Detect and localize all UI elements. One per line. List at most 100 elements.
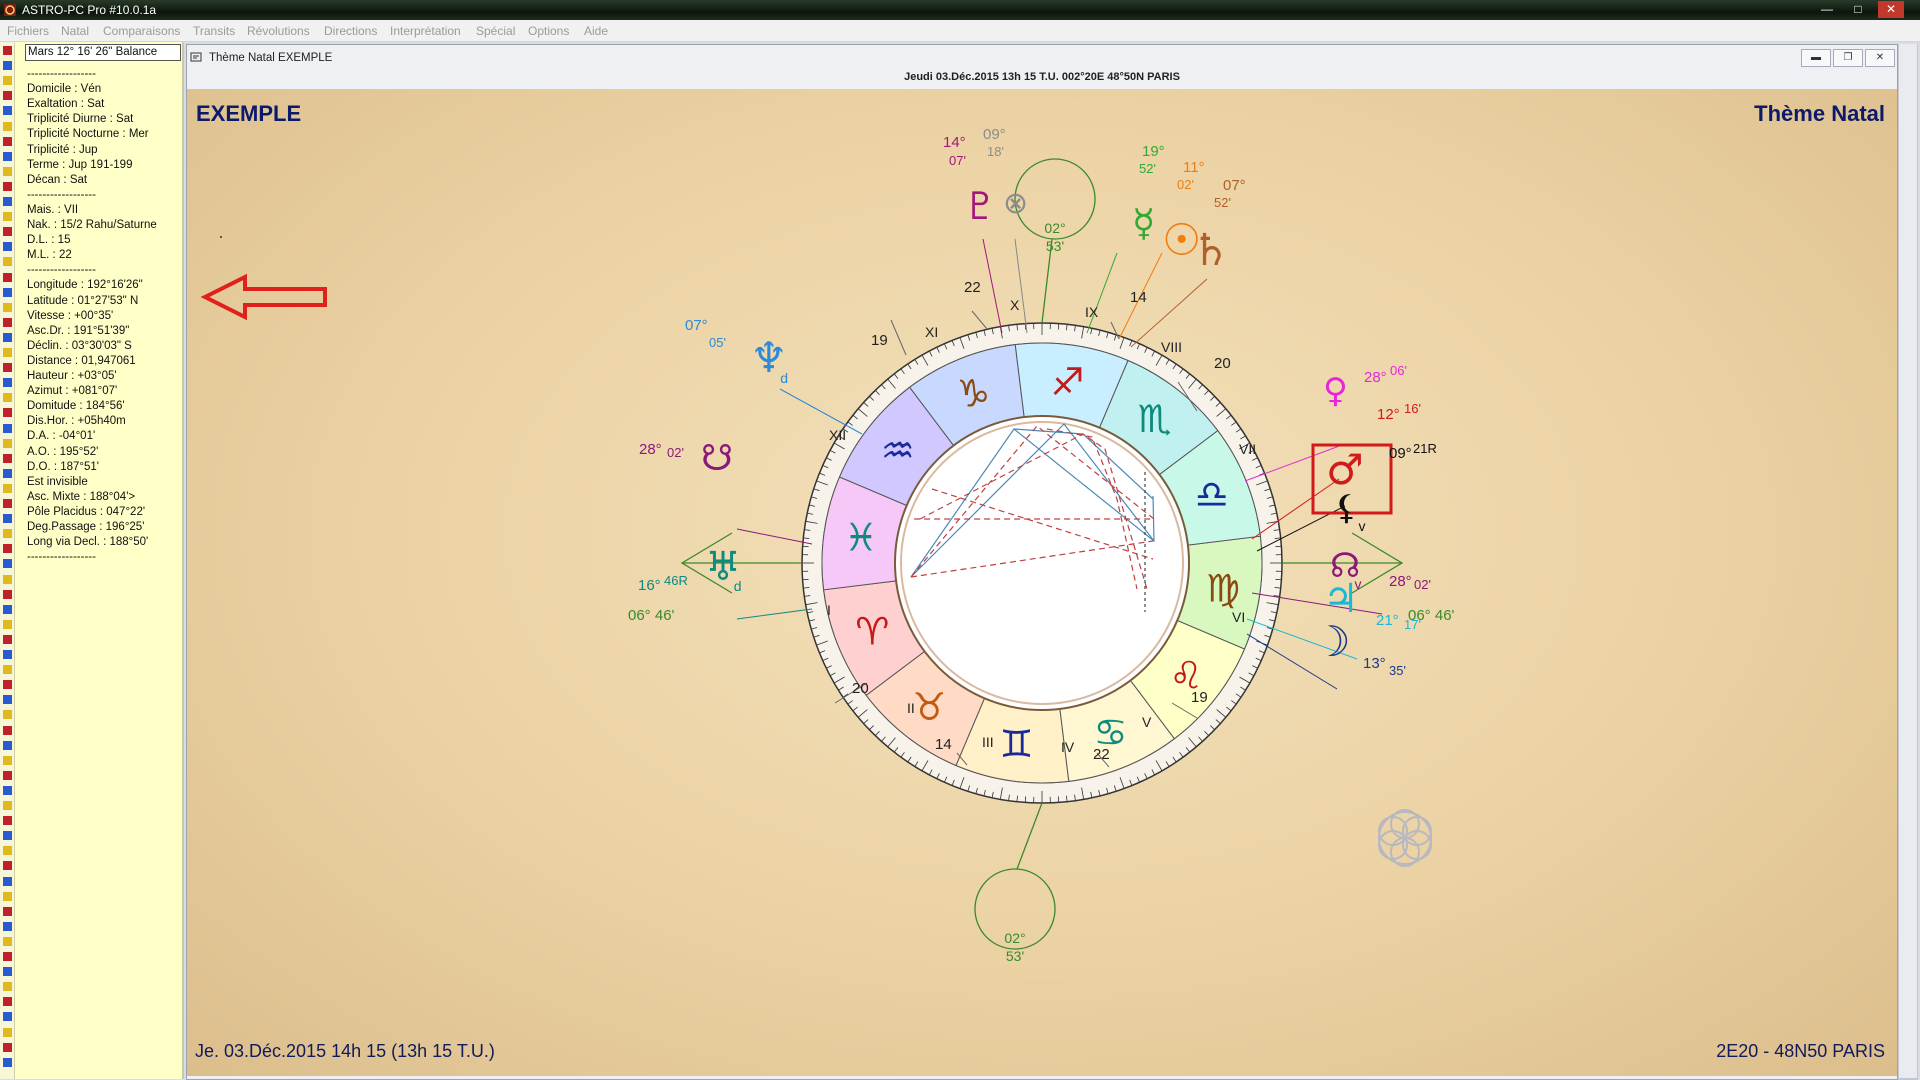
menu-bar: Fichiers Natal Comparaisons Transits Rév…	[0, 20, 1920, 42]
child-minimize-button[interactable]: ▬	[1801, 49, 1831, 67]
planet-info-line: Nak. : 15/2 Rahu/Saturne	[27, 219, 157, 231]
child-close-button[interactable]: ✕	[1865, 49, 1895, 67]
menu-revolutions[interactable]: Révolutions	[247, 24, 310, 38]
planet-degree-label: 14°	[943, 134, 966, 151]
menu-special[interactable]: Spécial	[476, 24, 515, 38]
mandala-icon[interactable]	[1378, 809, 1432, 867]
color-marker	[3, 197, 12, 206]
planet-info-line: Décan : Sat	[27, 173, 88, 186]
mars-icon[interactable]: ♂	[1326, 449, 1364, 491]
color-marker	[3, 997, 12, 1007]
planet-info-line: Triplicité : Jup	[27, 143, 98, 156]
color-marker	[3, 453, 12, 463]
planet-info-line: Asc.Dr. : 191°51'39"	[27, 324, 130, 337]
color-marker	[3, 166, 12, 176]
child-restore-button[interactable]: ❐	[1833, 49, 1863, 67]
planet-info-line: Mais. : VII	[27, 203, 79, 216]
planet-degree-label: 13°	[1363, 655, 1386, 672]
planet-info-line: M.L. : 22	[27, 249, 72, 262]
color-marker	[3, 61, 12, 71]
menu-directions[interactable]: Directions	[324, 24, 377, 38]
cusp-degree-label: 20	[852, 680, 869, 697]
planet-minute-label: 05'	[709, 335, 726, 350]
minimize-icon[interactable]: —	[1814, 1, 1840, 18]
house-number-label: XI	[925, 324, 939, 340]
planet-minute-label: 18'	[987, 144, 1004, 159]
planet-degree-label: 12°	[1377, 406, 1400, 423]
planet-motion-flag: d	[780, 369, 789, 386]
zodiac-sign-icon: ♈	[855, 610, 889, 654]
planet-info-line: Azimut : +081°07'	[27, 385, 118, 398]
planet-degree-label: 28°	[1389, 573, 1412, 590]
selected-planet-field[interactable]: Mars 12° 16' 26" Balance	[25, 44, 181, 61]
zodiac-sign-icon: ♎	[1195, 472, 1229, 516]
planet-degree-label: 19°	[1142, 143, 1165, 160]
color-marker	[3, 1027, 12, 1037]
planet-motion-flag: v	[1358, 517, 1366, 534]
planet-info-line: Domitude : 184°56'	[27, 400, 125, 413]
color-marker	[3, 634, 12, 644]
color-marker	[3, 725, 12, 735]
color-marker	[3, 891, 12, 901]
close-icon[interactable]: ✕	[1878, 1, 1904, 18]
menu-comparaisons[interactable]: Comparaisons	[103, 24, 180, 38]
house-number-label: XII	[829, 427, 847, 443]
menu-fichiers[interactable]: Fichiers	[7, 24, 49, 38]
planet-info-line: Exaltation : Sat	[27, 98, 105, 111]
menu-interpretation[interactable]: Interprétation	[390, 24, 461, 38]
planet-motion-flag: d	[733, 578, 742, 595]
mercure-icon[interactable]: ☿	[1132, 204, 1155, 242]
planet-info-line: D.A. : -04°01'	[27, 430, 96, 443]
venus-icon[interactable]: ♀	[1323, 374, 1348, 408]
menu-transits[interactable]: Transits	[193, 24, 235, 38]
planet-info-line: Vitesse : +00°35'	[27, 309, 114, 322]
planet-info-line: Domicile : Vén	[27, 83, 102, 96]
planet-minute-label: 16'	[1404, 401, 1421, 416]
planet-info-line: D.O. : 187°51'	[27, 460, 99, 473]
color-marker	[3, 665, 12, 675]
house-number-label: V	[1142, 714, 1152, 730]
color-marker	[3, 91, 12, 101]
menu-natal[interactable]: Natal	[61, 24, 89, 38]
planet-minute-label: 52'	[1214, 195, 1231, 210]
planet-minute-label: 21R	[1413, 441, 1437, 456]
planet-info-line: ------------------	[27, 551, 96, 564]
lilith-icon[interactable]: ⚸	[1334, 491, 1359, 525]
color-marker	[3, 574, 12, 584]
color-marker	[3, 363, 12, 373]
color-marker	[3, 1057, 12, 1067]
fortune-icon[interactable]: ⊗	[1003, 189, 1028, 219]
color-marker	[3, 287, 12, 297]
color-marker	[3, 121, 12, 131]
pluton-icon[interactable]: ♇	[963, 187, 997, 225]
planet-minute-label: 07'	[949, 153, 966, 168]
color-marker	[3, 227, 12, 237]
house-number-label: II	[907, 700, 915, 716]
color-marker	[3, 936, 12, 946]
color-marker	[3, 650, 12, 659]
left-arrow-icon[interactable]	[200, 273, 327, 321]
menu-options[interactable]: Options	[528, 24, 569, 38]
noeud-sud-icon[interactable]: ☋	[701, 441, 733, 477]
window-title: ASTRO-PC Pro #10.0.1a	[22, 3, 157, 17]
menu-aide[interactable]: Aide	[584, 24, 608, 38]
house-number-label: IV	[1061, 739, 1075, 755]
vertical-scrollbar[interactable]	[1898, 44, 1917, 1078]
chart-canvas[interactable]: EXEMPLE Thème Natal Je. 03.Déc.2015 14h …	[187, 89, 1897, 1076]
color-marker	[3, 1042, 12, 1052]
planet-info-line: Déclin. : 03°30'03" S	[27, 339, 132, 352]
planet-minute-label: 52'	[1139, 161, 1156, 176]
planet-info-line: Long via Decl. : 188°50'	[27, 536, 149, 549]
color-marker	[3, 181, 12, 191]
jupiter-icon[interactable]: ♃	[1323, 579, 1359, 619]
color-marker	[3, 831, 12, 841]
saturne-icon[interactable]: ♄	[1191, 229, 1230, 273]
maximize-icon[interactable]: □	[1845, 1, 1871, 18]
color-marker	[3, 921, 12, 931]
color-marker	[3, 332, 12, 342]
lune-icon[interactable]: ☽	[1313, 621, 1351, 663]
cusp-degree-label: 20	[1214, 355, 1231, 372]
color-marker	[3, 770, 12, 780]
planet-info-line: Asc. Mixte : 188°04'>	[27, 490, 136, 503]
small-dot	[220, 236, 222, 238]
